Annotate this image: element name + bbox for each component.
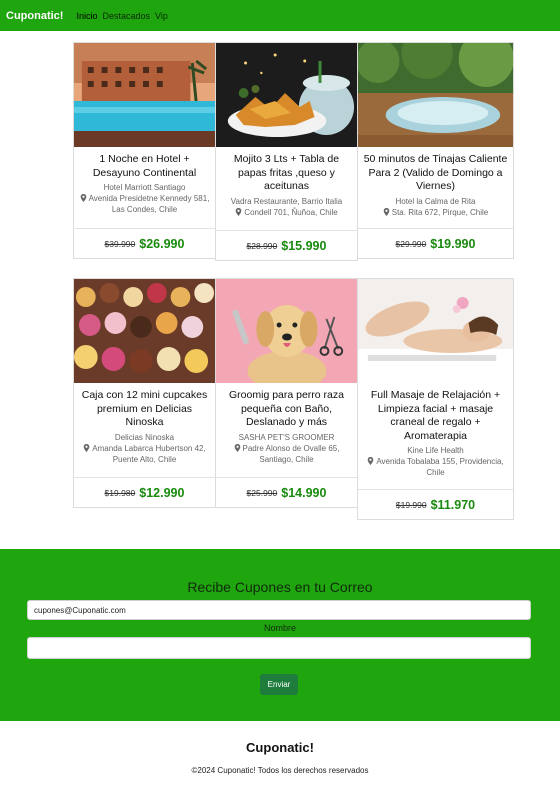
deal-body: Full Masaje de Relajación + Limpieza fac… bbox=[358, 383, 513, 478]
deal-price-footer: $19.980 $12.990 bbox=[74, 477, 215, 507]
deal-title[interactable]: Groomig para perro raza pequeña con Baño… bbox=[219, 389, 354, 430]
nav-link-vip[interactable]: Vip bbox=[155, 11, 168, 21]
site-footer: Cuponatic! ©2024 Cuponatic! Todos los de… bbox=[0, 721, 560, 801]
deal-vendor: Kine Life Health bbox=[407, 446, 464, 455]
new-price: $26.990 bbox=[139, 236, 185, 251]
new-price: $12.990 bbox=[139, 485, 185, 500]
map-pin-icon bbox=[234, 443, 240, 452]
map-pin-icon bbox=[80, 194, 86, 202]
nav-link-inicio[interactable]: Inicio bbox=[76, 11, 97, 21]
name-field[interactable] bbox=[27, 637, 531, 659]
deal-address-text: Avenida Tobalaba 155, Providencia, Chile bbox=[376, 457, 504, 477]
deal-title[interactable]: Mojito 3 Lts + Tabla de papas fritas ,qu… bbox=[219, 153, 354, 194]
deal-body: Groomig para perro raza pequeña con Baño… bbox=[216, 383, 357, 465]
old-price: $19.990 bbox=[395, 499, 427, 510]
dog-grooming-photo bbox=[216, 279, 357, 383]
navbar-brand[interactable]: Cuponatic! bbox=[6, 10, 63, 22]
old-price: $29.990 bbox=[395, 238, 427, 249]
submit-button[interactable]: Enviar bbox=[260, 674, 298, 695]
deal-title[interactable]: 50 minutos de Tinajas Caliente Para 2 (V… bbox=[361, 153, 510, 194]
deal-card[interactable]: 50 minutos de Tinajas Caliente Para 2 (V… bbox=[357, 42, 514, 259]
deal-address: Sta. Rita 672, Pirque, Chile bbox=[361, 207, 510, 218]
new-price: $14.990 bbox=[281, 485, 327, 500]
deal-price-footer: $28.990 $15.990 bbox=[216, 230, 357, 260]
deal-address: Avenida Presidetne Kennedy 581, Las Cond… bbox=[77, 193, 212, 215]
deal-price-footer: $25.990 $14.990 bbox=[216, 477, 357, 507]
deal-vendor: Hotel Marriott Santiago bbox=[103, 183, 186, 192]
fries-mojito-photo bbox=[216, 43, 357, 147]
footer-copyright: ©2024 Cuponatic! Todos los derechos rese… bbox=[191, 766, 369, 775]
deal-body: 1 Noche en Hotel + Desayuno Continental … bbox=[74, 147, 215, 215]
name-label: Nombre bbox=[263, 623, 296, 633]
deal-price-footer: $29.990 $19.990 bbox=[358, 228, 513, 258]
deal-address-text: Sta. Rita 672, Pirque, Chile bbox=[391, 207, 489, 217]
nav-links: Inicio Destacados Vip bbox=[76, 11, 167, 21]
deal-vendor: Delicias Ninoska bbox=[114, 432, 175, 442]
cupcakes-photo bbox=[74, 279, 215, 383]
deal-card[interactable]: Groomig para perro raza pequeña con Baño… bbox=[215, 278, 358, 508]
navbar: Cuponatic! Inicio Destacados Vip bbox=[0, 0, 560, 31]
deal-address: Avenida Tobalaba 155, Providencia, Chile bbox=[361, 456, 510, 478]
newsletter-section: Recibe Cupones en tu Correo Nombre Envia… bbox=[0, 549, 560, 721]
deal-card[interactable]: 1 Noche en Hotel + Desayuno Continental … bbox=[73, 42, 216, 259]
deal-address-text: Amanda Labarca Hubertson 42, Puente Alto… bbox=[92, 443, 206, 464]
old-price: $28.990 bbox=[246, 240, 278, 251]
massage-photo bbox=[358, 279, 513, 383]
deal-body: Caja con 12 mini cupcakes premium en Del… bbox=[74, 383, 215, 465]
deal-price-footer: $19.990 $11.970 bbox=[358, 489, 513, 519]
deal-address: Padre Alonso de Ovalle 65, Santiago, Chi… bbox=[219, 443, 354, 465]
hot-tub-photo bbox=[358, 43, 513, 147]
deal-card[interactable]: Caja con 12 mini cupcakes premium en Del… bbox=[73, 278, 216, 508]
map-pin-icon bbox=[83, 443, 90, 452]
nav-link-destacados[interactable]: Destacados bbox=[102, 11, 150, 21]
deal-card[interactable]: Full Masaje de Relajación + Limpieza fac… bbox=[357, 278, 514, 520]
new-price: $19.990 bbox=[430, 236, 476, 251]
map-pin-icon bbox=[368, 457, 374, 465]
old-price: $25.990 bbox=[246, 487, 278, 498]
deal-vendor: SASHA PET'S GROOMER bbox=[238, 432, 335, 442]
deal-address-text: Avenida Presidetne Kennedy 581, Las Cond… bbox=[88, 194, 210, 214]
new-price: $15.990 bbox=[281, 238, 327, 253]
deal-address-text: Padre Alonso de Ovalle 65, Santiago, Chi… bbox=[242, 443, 340, 464]
new-price: $11.970 bbox=[430, 497, 476, 512]
deal-card[interactable]: Mojito 3 Lts + Tabla de papas fritas ,qu… bbox=[215, 42, 358, 261]
deal-price-footer: $39.990 $26.990 bbox=[74, 228, 215, 258]
deal-body: Mojito 3 Lts + Tabla de papas fritas ,qu… bbox=[216, 147, 357, 218]
deal-title[interactable]: 1 Noche en Hotel + Desayuno Continental bbox=[77, 153, 212, 180]
deal-address-text: Condell 701, Ñuñoa, Chile bbox=[244, 207, 338, 217]
deal-address: Amanda Labarca Hubertson 42, Puente Alto… bbox=[77, 443, 212, 465]
email-field[interactable] bbox=[27, 600, 531, 620]
old-price: $19.980 bbox=[104, 487, 136, 498]
map-pin-icon bbox=[235, 207, 242, 216]
deal-title[interactable]: Full Masaje de Relajación + Limpieza fac… bbox=[361, 389, 510, 443]
newsletter-title: Recibe Cupones en tu Correo bbox=[187, 579, 373, 595]
deal-vendor: Hotel la Calma de Rita bbox=[395, 196, 476, 206]
footer-brand: Cuponatic! bbox=[246, 740, 314, 755]
hotel-pool-photo bbox=[74, 43, 215, 147]
deal-title[interactable]: Caja con 12 mini cupcakes premium en Del… bbox=[77, 389, 212, 430]
deal-body: 50 minutos de Tinajas Caliente Para 2 (V… bbox=[358, 147, 513, 218]
old-price: $39.990 bbox=[104, 238, 136, 249]
deal-vendor: Vadra Restaurante, Barrio Italia bbox=[230, 196, 343, 206]
map-pin-icon bbox=[383, 207, 390, 216]
deal-address: Condell 701, Ñuñoa, Chile bbox=[219, 207, 354, 218]
